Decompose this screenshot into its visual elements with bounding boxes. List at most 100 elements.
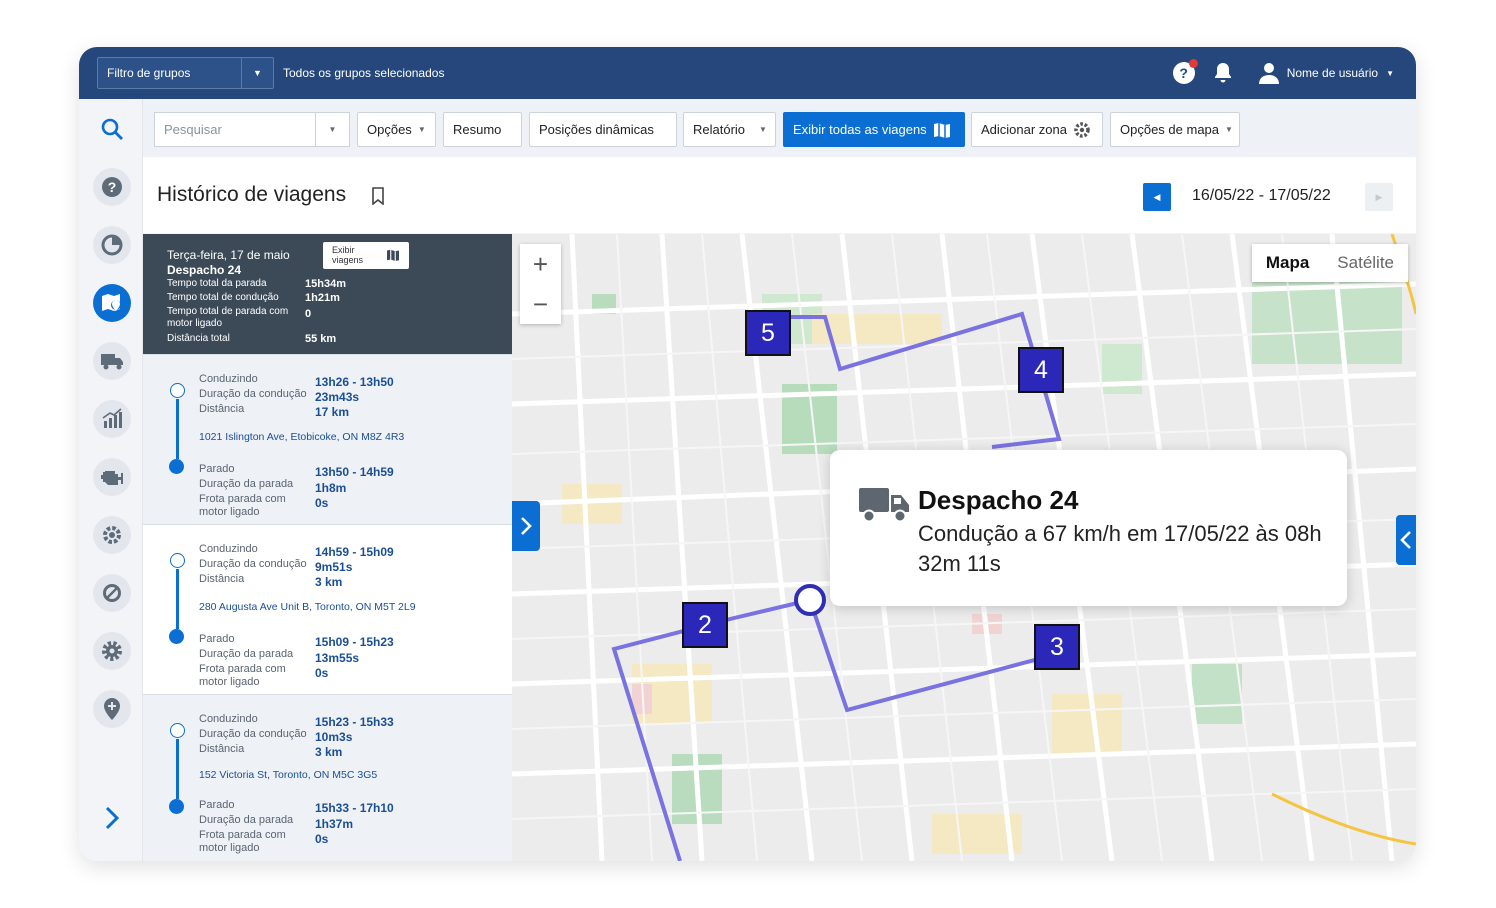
options-label: Opções xyxy=(367,122,412,137)
route-marker[interactable]: 4 xyxy=(1018,347,1064,393)
sidebar-item-reports[interactable] xyxy=(93,400,131,438)
bell-icon[interactable] xyxy=(1213,62,1233,84)
trip-item[interactable]: Conduzindo Duração da condução Distância… xyxy=(143,694,512,861)
chevron-right-icon xyxy=(521,517,532,535)
report-label: Relatório xyxy=(693,122,746,137)
zoom-in-button[interactable]: + xyxy=(520,244,561,284)
popup-description: Condução a 67 km/h em 17/05/22 às 08h 32… xyxy=(918,521,1322,576)
chart-pie-icon xyxy=(101,234,123,256)
sidebar-item-rules[interactable] xyxy=(93,516,131,554)
trip-timeline xyxy=(176,739,179,799)
map-icon xyxy=(387,249,399,261)
summary-row-value: 55 km xyxy=(305,333,337,345)
sidebar-item-map[interactable] xyxy=(93,284,131,322)
driving-label: Conduzindo xyxy=(199,543,258,555)
drive-time: 13h26 - 13h50 xyxy=(315,375,394,389)
trip-address[interactable]: 152 Victoria St, Toronto, ON M5C 3G5 xyxy=(199,769,377,781)
sidebar-item-exceptions[interactable] xyxy=(93,574,131,612)
engine-icon xyxy=(101,471,123,485)
drive-time: 14h59 - 15h09 xyxy=(315,545,394,559)
show-trips-label: Exibir viagens xyxy=(332,245,364,265)
bar-chart-icon xyxy=(102,408,122,428)
svg-text:?: ? xyxy=(108,179,117,195)
route-marker[interactable]: 3 xyxy=(1034,624,1080,670)
show-all-trips-label: Exibir todas as viagens xyxy=(793,122,927,137)
dynamic-positions-button[interactable]: Posições dinâmicas xyxy=(529,112,677,147)
show-trips-button[interactable]: Exibir viagens xyxy=(323,242,409,269)
search-box[interactable]: ▼ xyxy=(154,112,350,147)
date-next-button[interactable]: ▶ xyxy=(1365,183,1393,211)
stop-marker xyxy=(169,799,184,814)
show-all-trips-button[interactable]: Exibir todas as viagens xyxy=(783,112,965,147)
map-type-satellite[interactable]: Satélite xyxy=(1323,244,1408,282)
user-menu[interactable]: Nome de usuário ▼ xyxy=(1258,62,1394,84)
idle-label: Frota parada com motor ligado xyxy=(199,663,286,688)
sidebar-item-help[interactable]: ? xyxy=(93,168,131,206)
route-marker[interactable]: 2 xyxy=(682,602,728,648)
date-range[interactable]: 16/05/22 - 17/05/22 xyxy=(1192,187,1331,205)
sidebar-item-engine[interactable] xyxy=(93,458,131,496)
trips-panel: Terça-feira, 17 de maio Despacho 24 Exib… xyxy=(143,234,512,861)
group-selection-text: Todos os grupos selecionados xyxy=(283,66,445,80)
drive-duration: 9m51s xyxy=(315,560,353,574)
drive-duration: 23m43s xyxy=(315,390,360,404)
expand-panel-button[interactable] xyxy=(512,501,540,551)
trip-item[interactable]: Conduzindo Duração da condução Distância… xyxy=(143,524,512,694)
trip-item[interactable]: Conduzindo Duração da condução Distância… xyxy=(143,354,512,524)
sidebar-item-settings[interactable] xyxy=(93,632,131,670)
stop-time: 15h09 - 15h23 xyxy=(315,635,394,649)
options-dropdown[interactable]: Opções ▼ xyxy=(357,112,436,147)
stop-duration-label: Duração da parada xyxy=(199,814,294,826)
group-filter-dropdown[interactable]: Filtro de grupos ▼ xyxy=(97,57,274,89)
vehicle-popup: Despacho 24 Condução a 67 km/h em 17/05/… xyxy=(830,450,1347,606)
user-icon xyxy=(1258,63,1279,84)
map-type-map[interactable]: Mapa xyxy=(1252,244,1323,282)
stopped-label: Parado xyxy=(199,799,235,811)
trip-distance: 3 km xyxy=(315,745,343,759)
map-options-dropdown[interactable]: Opções de mapa ▼ xyxy=(1110,112,1240,147)
map-options-label: Opções de mapa xyxy=(1120,122,1220,137)
stop-duration-label: Duração da parada xyxy=(199,478,294,490)
bookmark-icon[interactable] xyxy=(371,187,385,205)
chevron-right-icon: ▶ xyxy=(1375,191,1383,202)
drive-time: 15h23 - 15h33 xyxy=(315,715,394,729)
search-input[interactable] xyxy=(155,113,315,146)
drive-duration-label: Duração da condução xyxy=(199,388,307,400)
add-zone-label: Adicionar zona xyxy=(981,122,1067,137)
stop-marker xyxy=(169,629,184,644)
driving-label: Conduzindo xyxy=(199,373,258,385)
add-zone-button[interactable]: Adicionar zona xyxy=(971,112,1103,147)
stop-duration: 13m55s xyxy=(315,651,360,665)
summary-row-value: 1h21m xyxy=(305,292,340,304)
chevron-down-icon[interactable]: ▼ xyxy=(315,113,349,146)
zoom-control: + − xyxy=(520,244,561,324)
trip-timeline xyxy=(176,569,179,629)
date-prev-button[interactable]: ◀ xyxy=(1143,183,1171,211)
stopped-label: Parado xyxy=(199,463,235,475)
summary-button[interactable]: Resumo xyxy=(443,112,522,147)
sidebar-item-search[interactable] xyxy=(93,110,131,148)
settings-icon xyxy=(102,641,122,661)
map-view[interactable]: + − Mapa Satélite 5 4 2 3 Despacho 24 Co… xyxy=(512,234,1416,861)
report-dropdown[interactable]: Relatório ▼ xyxy=(683,112,776,147)
chevron-down-icon[interactable]: ▼ xyxy=(241,58,273,88)
user-name: Nome de usuário xyxy=(1286,66,1379,80)
popup-title: Despacho 24 xyxy=(918,485,1079,515)
toolbar: ▼ Opções ▼ Resumo Posições dinâmicas Rela… xyxy=(143,99,1416,157)
stop-time: 15h33 - 17h10 xyxy=(315,801,394,815)
sidebar-item-zones[interactable] xyxy=(93,690,131,728)
help-icon[interactable]: ? xyxy=(1172,59,1198,84)
vehicle-position-marker[interactable] xyxy=(794,584,826,616)
sidebar-expand-button[interactable] xyxy=(93,799,131,837)
notification-dot xyxy=(1188,59,1198,68)
sidebar-item-dashboard[interactable] xyxy=(93,226,131,264)
chevron-left-icon xyxy=(1400,531,1411,549)
trip-summary: Terça-feira, 17 de maio Despacho 24 Exib… xyxy=(143,234,512,354)
route-marker[interactable]: 5 xyxy=(745,310,791,356)
trip-address[interactable]: 1021 Islington Ave, Etobicoke, ON M8Z 4R… xyxy=(199,431,404,443)
collapse-panel-button[interactable] xyxy=(1396,515,1416,565)
summary-vehicle: Despacho 24 xyxy=(167,263,242,277)
sidebar-item-vehicles[interactable] xyxy=(93,342,131,380)
zoom-out-button[interactable]: − xyxy=(520,284,561,324)
trip-address[interactable]: 280 Augusta Ave Unit B, Toronto, ON M5T … xyxy=(199,601,416,613)
